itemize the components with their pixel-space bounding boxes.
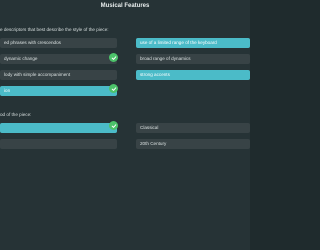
option-label: 20th Century (140, 141, 167, 146)
option-label: lody with simple accompaniment (4, 72, 71, 77)
check-circle-icon (109, 53, 118, 62)
q1-option-limited-range[interactable]: use of a limited range of the keyboard (136, 38, 250, 48)
window-title: Musical Features (100, 3, 150, 9)
option-label: Classical (140, 125, 159, 130)
option-label: broad range of dynamics (140, 56, 191, 61)
q2-option-20th-century[interactable]: 20th Century (136, 139, 250, 149)
q2-option-blank[interactable] (0, 139, 117, 149)
q1-option-broad-dynamics[interactable]: broad range of dynamics (136, 54, 250, 64)
option-label: use of a limited range of the keyboard (140, 40, 217, 45)
q1-option-phrases-crescendos[interactable]: ed phrases with crescendos (0, 38, 117, 48)
q1-option-dynamic-change[interactable]: dynamic change (0, 54, 117, 64)
question1-prompt: e descriptors that best describe the sty… (0, 27, 109, 32)
option-label: dynamic change (4, 56, 38, 61)
q1-option-strong-accents[interactable]: strong accents (136, 70, 250, 80)
check-circle-icon (109, 121, 118, 130)
question2-prompt: od of the piece: (0, 112, 32, 117)
q2-option-selected[interactable] (0, 123, 117, 133)
option-label: ion (4, 88, 11, 93)
q1-option-ion[interactable]: ion (0, 86, 117, 96)
musical-features-screen: Musical Features e descriptors that best… (0, 0, 250, 250)
q1-option-melody-accompaniment[interactable]: lody with simple accompaniment (0, 70, 117, 80)
option-label: strong accents (140, 72, 170, 77)
check-circle-icon (109, 84, 118, 93)
q2-option-classical[interactable]: Classical (136, 123, 250, 133)
option-label: ed phrases with crescendos (4, 40, 61, 45)
